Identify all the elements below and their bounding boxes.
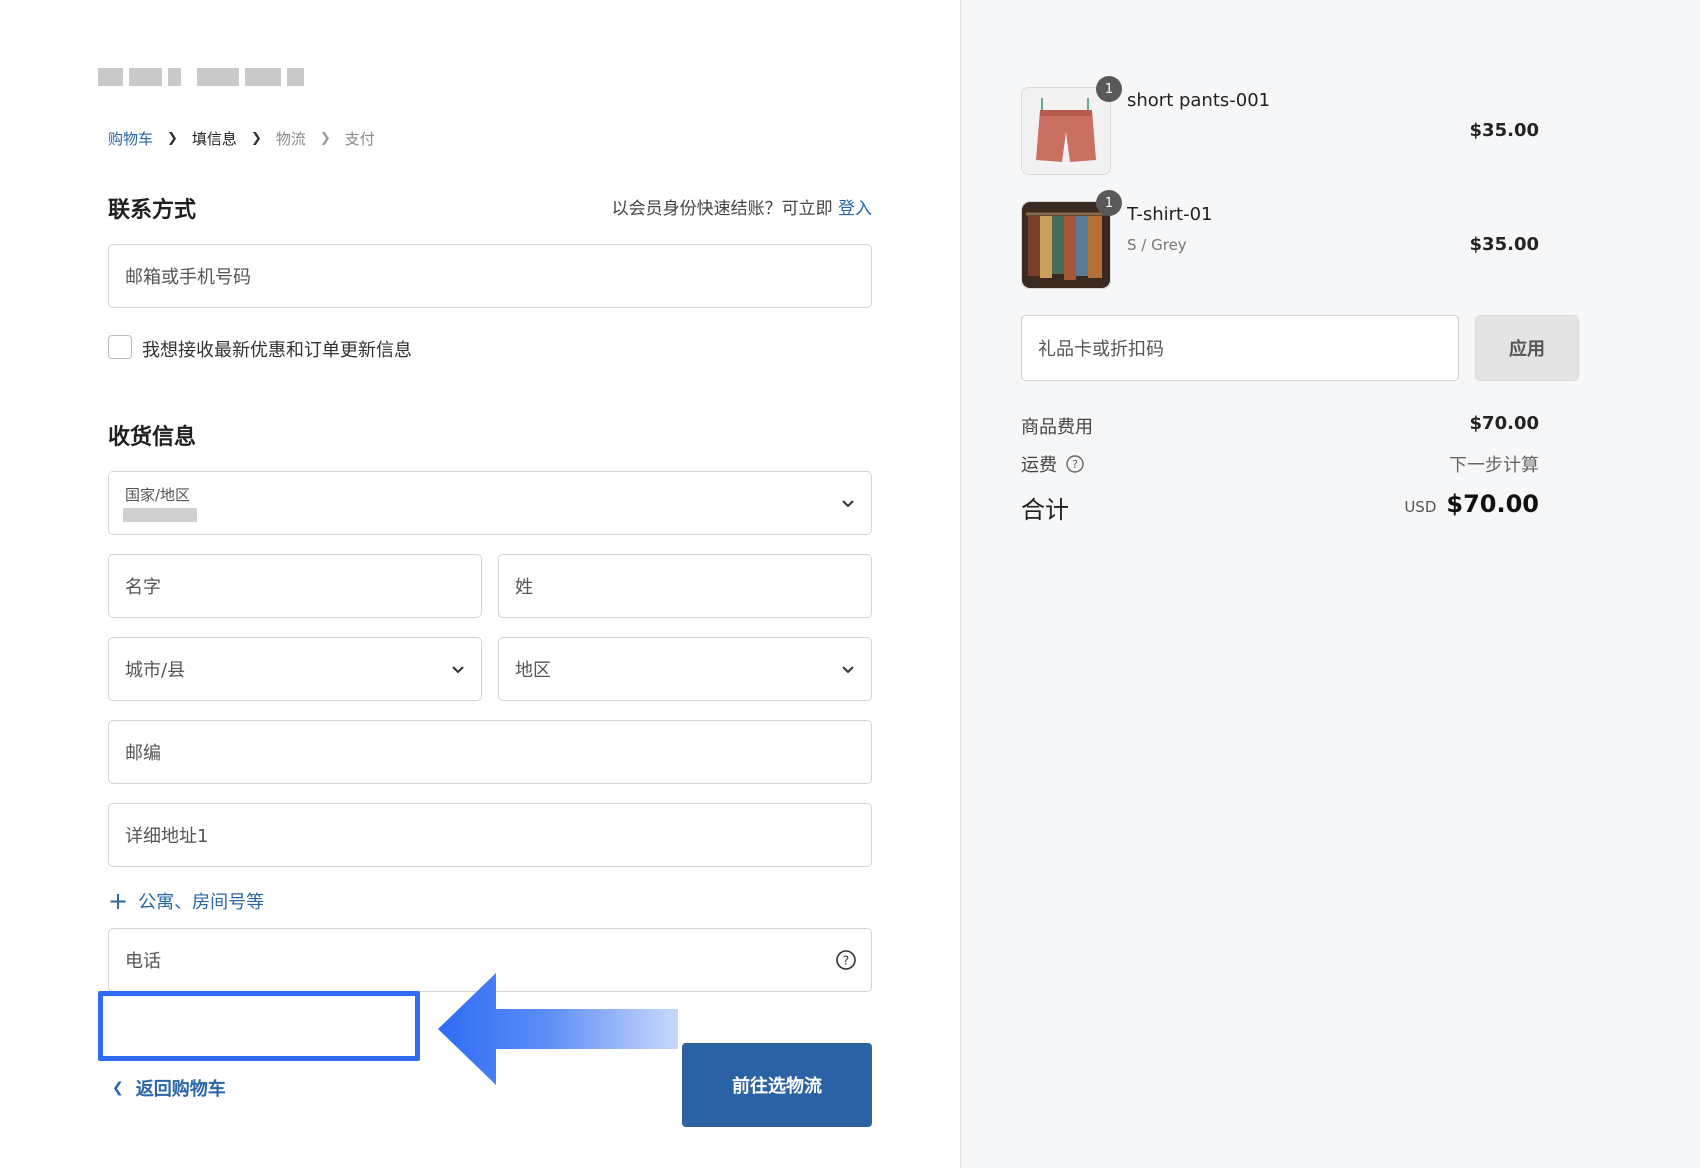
member-login-prompt: 以会员身份快速结账？可立即 登入 bbox=[588, 194, 872, 219]
contact-title: 联系方式 bbox=[108, 198, 197, 223]
email-placeholder: 邮箱或手机号码 bbox=[125, 267, 251, 288]
postal-code-field[interactable]: 邮编 bbox=[108, 720, 872, 784]
subtotal-value: $70.00 bbox=[1469, 413, 1539, 434]
apply-button[interactable]: 应用 bbox=[1475, 315, 1579, 381]
add-address2-label: 公寓、房间号等 bbox=[138, 892, 265, 913]
breadcrumb-info: 填信息 bbox=[191, 130, 237, 148]
order-summary-panel: 1 short pants-001 $35.00 1 T-shirt-01 S … bbox=[960, 0, 1700, 1168]
city-placeholder: 城市/县 bbox=[125, 660, 186, 681]
breadcrumb: 购物车 ❯ 填信息 ❯ 物流 ❯ 支付 bbox=[108, 128, 375, 149]
newsletter-checkbox[interactable] bbox=[108, 335, 132, 359]
tshirt-image bbox=[1022, 202, 1110, 288]
quantity-badge: 1 bbox=[1096, 76, 1122, 102]
region-select[interactable]: 地区 bbox=[498, 637, 872, 701]
store-logo bbox=[98, 55, 304, 99]
chevron-down-icon bbox=[842, 500, 854, 508]
back-to-cart-link[interactable]: ❮ 返回购物车 bbox=[112, 1075, 226, 1101]
last-name-placeholder: 姓 bbox=[515, 577, 533, 598]
country-value-redacted bbox=[123, 508, 197, 522]
item-name: T-shirt-01 bbox=[1127, 204, 1213, 225]
plus-icon: + bbox=[108, 887, 129, 915]
last-name-field[interactable]: 姓 bbox=[498, 554, 872, 618]
chevron-right-icon: ❯ bbox=[250, 131, 262, 146]
total-value: $70.00 bbox=[1446, 490, 1539, 518]
chevron-down-icon bbox=[452, 666, 464, 674]
country-select[interactable]: 国家/地区 bbox=[108, 471, 872, 535]
chevron-down-icon bbox=[842, 666, 854, 674]
product-thumbnail: 1 bbox=[1021, 76, 1122, 175]
item-name: short pants-001 bbox=[1127, 90, 1271, 111]
postal-placeholder: 邮编 bbox=[125, 743, 161, 764]
shipping-title: 收货信息 bbox=[108, 425, 197, 450]
phone-placeholder: 电话 bbox=[125, 951, 161, 972]
shipping-row: 运费 ? bbox=[1021, 451, 1085, 477]
first-name-field[interactable]: 名字 bbox=[108, 554, 482, 618]
email-field[interactable]: 邮箱或手机号码 bbox=[108, 244, 872, 308]
total-amount: USD $70.00 bbox=[1321, 490, 1539, 518]
item-price: $35.00 bbox=[1469, 120, 1539, 141]
country-label: 国家/地区 bbox=[125, 486, 191, 504]
checkout-form-panel: 购物车 ❯ 填信息 ❯ 物流 ❯ 支付 联系方式 以会员身份快速结账？可立即 登… bbox=[0, 0, 960, 1168]
quantity-badge: 1 bbox=[1096, 190, 1122, 216]
back-label: 返回购物车 bbox=[135, 1079, 226, 1100]
chevron-right-icon: ❯ bbox=[167, 131, 178, 146]
item-variant: S / Grey bbox=[1127, 236, 1187, 254]
city-select[interactable]: 城市/县 bbox=[108, 637, 482, 701]
arrow-left-icon bbox=[438, 973, 678, 1085]
svg-text:?: ? bbox=[1072, 458, 1078, 471]
login-link[interactable]: 登入 bbox=[838, 199, 872, 219]
svg-text:?: ? bbox=[843, 954, 849, 968]
region-placeholder: 地区 bbox=[515, 660, 551, 681]
first-name-placeholder: 名字 bbox=[125, 577, 161, 598]
highlight-box bbox=[98, 991, 420, 1061]
currency-code: USD bbox=[1404, 498, 1437, 516]
discount-code-field[interactable]: 礼品卡或折扣码 bbox=[1021, 315, 1459, 381]
help-icon[interactable]: ? bbox=[1065, 454, 1085, 474]
subtotal-label: 商品费用 bbox=[1021, 417, 1093, 438]
continue-to-shipping-button[interactable]: 前往选物流 bbox=[682, 1043, 872, 1127]
shipping-value: 下一步计算 bbox=[1449, 455, 1539, 476]
shorts-image bbox=[1022, 88, 1110, 174]
member-prompt-text: 以会员身份快速结账？可立即 bbox=[611, 199, 833, 219]
chevron-left-icon: ❮ bbox=[112, 1080, 124, 1096]
product-thumbnail: 1 bbox=[1021, 190, 1122, 289]
discount-placeholder: 礼品卡或折扣码 bbox=[1038, 339, 1164, 360]
address1-field[interactable]: 详细地址1 bbox=[108, 803, 872, 867]
add-address2-link[interactable]: + 公寓、房间号等 bbox=[108, 888, 264, 914]
breadcrumb-payment: 支付 bbox=[344, 130, 375, 148]
total-label: 合计 bbox=[1021, 496, 1069, 524]
chevron-right-icon: ❯ bbox=[319, 131, 331, 146]
shipping-label: 运费 bbox=[1021, 455, 1057, 476]
address1-placeholder: 详细地址1 bbox=[125, 826, 209, 847]
newsletter-label: 我想接收最新优惠和订单更新信息 bbox=[142, 340, 412, 361]
breadcrumb-cart[interactable]: 购物车 bbox=[108, 128, 153, 149]
item-price: $35.00 bbox=[1469, 234, 1539, 255]
help-icon[interactable]: ? bbox=[835, 949, 857, 971]
breadcrumb-shipping: 物流 bbox=[275, 130, 306, 148]
